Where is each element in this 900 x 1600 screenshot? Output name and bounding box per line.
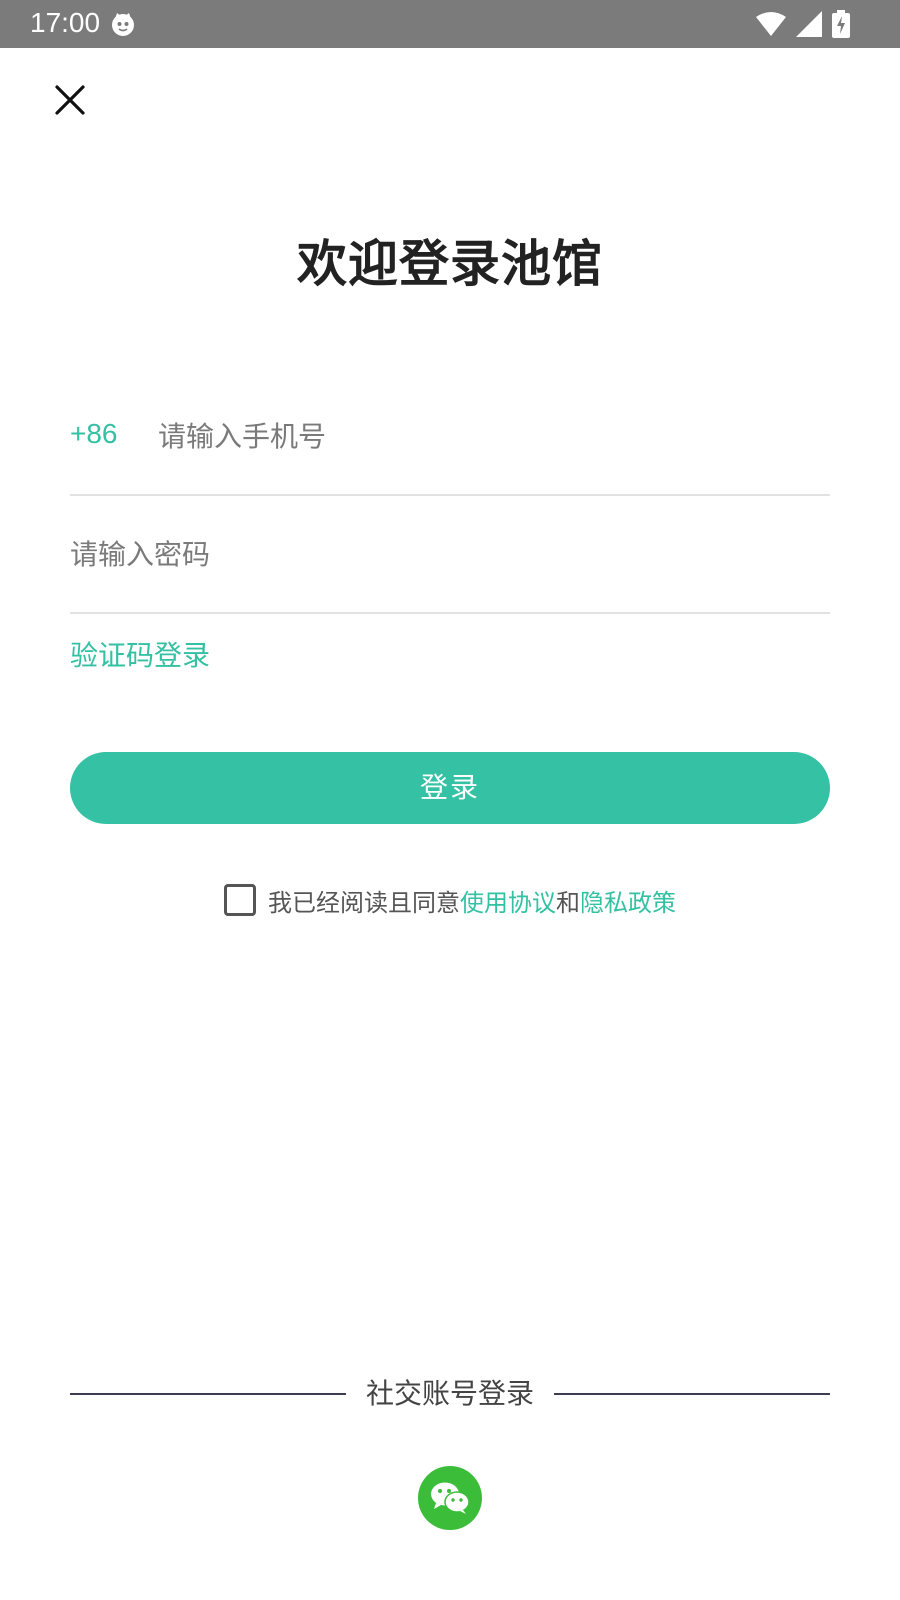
status-time: 17:00 (30, 7, 101, 38)
social-login-divider: 社交账号登录 (70, 1377, 830, 1418)
wechat-icon (431, 1482, 470, 1514)
status-bar: 17:00 (0, 0, 900, 48)
wechat-login-button[interactable] (418, 1466, 482, 1530)
agreement-checkbox[interactable] (224, 884, 256, 916)
wifi-icon (756, 12, 786, 36)
password-input[interactable] (70, 530, 810, 578)
privacy-policy-link[interactable]: 隐私政策 (580, 883, 676, 918)
agreement-row: 我已经阅读且同意 使用协议 和 隐私政策 (0, 880, 900, 920)
terms-of-use-link[interactable]: 使用协议 (460, 883, 556, 918)
cell-signal-icon (796, 11, 822, 37)
page-title: 欢迎登录池馆 (297, 235, 603, 293)
phone-field-row: +86 (70, 400, 830, 496)
login-button[interactable]: 登录 (70, 752, 830, 824)
country-code-selector[interactable]: +86 (70, 418, 118, 450)
status-icons (756, 10, 850, 38)
close-icon (55, 85, 85, 115)
divider-line (554, 1393, 830, 1395)
password-field-row (70, 518, 830, 614)
phone-input[interactable] (158, 412, 818, 460)
battery-charging-icon (832, 10, 850, 38)
close-button[interactable] (50, 80, 90, 120)
notification-cat-icon (112, 13, 134, 36)
sms-code-login-link[interactable]: 验证码登录 (70, 637, 210, 675)
agreement-conjunction: 和 (556, 888, 580, 917)
agreement-prefix: 我已经阅读且同意 (268, 888, 460, 917)
